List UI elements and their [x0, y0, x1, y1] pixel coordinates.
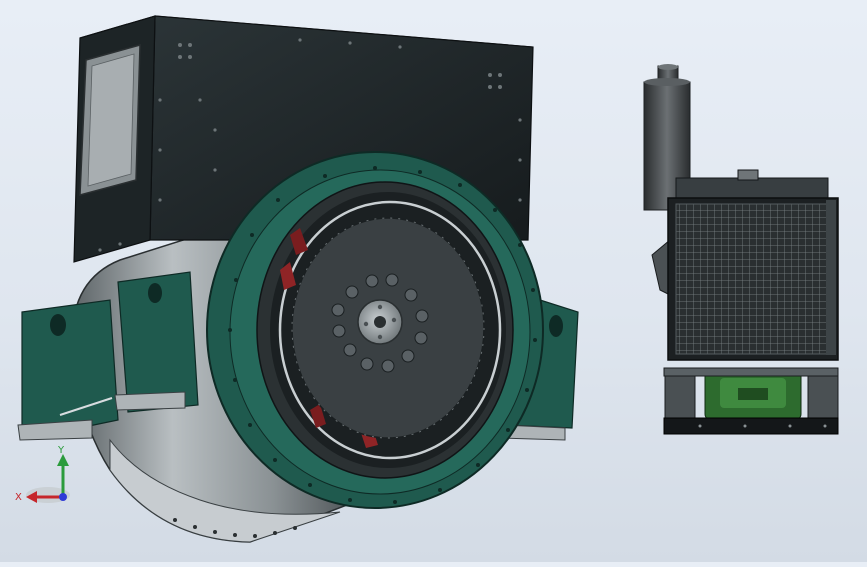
generator-model[interactable]	[17, 15, 579, 543]
axis-triad: Y X	[15, 445, 70, 503]
genset-side-view[interactable]	[643, 64, 839, 435]
radiator-cap	[737, 169, 759, 181]
mounting-foot-left[interactable]	[17, 299, 119, 441]
mounting-foot-center[interactable]	[114, 271, 199, 413]
y-axis-label: Y	[57, 445, 65, 456]
cad-viewport[interactable]: Y X	[0, 0, 867, 562]
genset-top-cover	[675, 177, 829, 201]
x-axis-label: X	[15, 492, 22, 503]
z-axis-dot	[59, 493, 67, 501]
radiator-grille[interactable]	[667, 197, 839, 361]
access-panel-inner	[87, 53, 135, 187]
rotor-disc[interactable]	[291, 217, 485, 439]
engine-block	[704, 369, 802, 421]
rotor-shaft-center	[374, 316, 386, 328]
